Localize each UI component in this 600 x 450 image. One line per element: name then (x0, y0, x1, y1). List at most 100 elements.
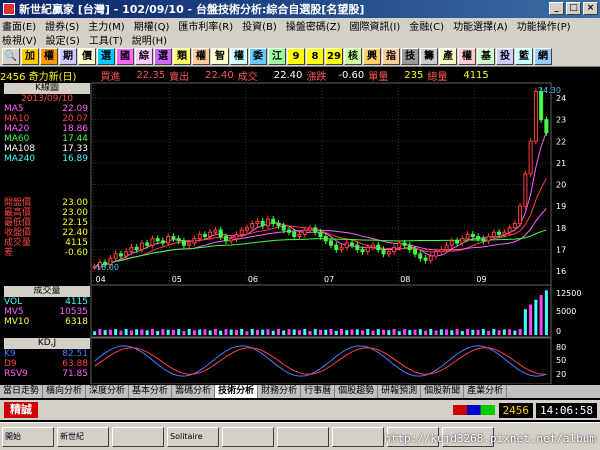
maximize-button[interactable]: □ (566, 2, 581, 15)
volume-bar (445, 329, 449, 335)
close-button[interactable]: × (583, 2, 598, 15)
stock-code-input[interactable]: 2456 (498, 402, 534, 418)
volume-bar (271, 330, 275, 335)
toolbar-button-23[interactable]: 權 (458, 47, 476, 65)
toolbar-button-11[interactable]: 權 (230, 47, 248, 65)
toolbar-button-10[interactable]: 智 (211, 47, 229, 65)
menu-item-3[interactable]: 期權(Q) (134, 18, 170, 33)
volume-bar (261, 329, 265, 335)
menu-item-0[interactable]: 畫面(E) (2, 18, 36, 33)
chart-area[interactable]: 04 05 06 07 08 09 16 17 18 19 20 21 22 23 2424.30 16.0… (0, 82, 600, 384)
toolbar-button-19[interactable]: 指 (382, 47, 400, 65)
low-price-label: 16.00 (96, 263, 119, 272)
taskbar-item-6[interactable] (332, 426, 384, 447)
menu-item-2[interactable]: 主力(M) (88, 18, 124, 33)
taskbar-item-2[interactable] (112, 426, 164, 447)
toolbar-button-8[interactable]: 類 (173, 47, 191, 65)
tab-0[interactable]: 當日走勢 (0, 385, 44, 398)
volume-row: MV10 6318 (4, 317, 90, 327)
ma-row: MA60 17.44 (4, 134, 90, 144)
toolbar-button-18[interactable]: 興 (363, 47, 381, 65)
tab-7[interactable]: 行事曆 (301, 385, 336, 398)
volume-bar (376, 329, 380, 335)
toolbar-button-17[interactable]: 核 (344, 47, 362, 65)
menu2-item-3[interactable]: 說明(H) (132, 32, 167, 47)
menu2-item-1[interactable]: 設定(S) (46, 32, 80, 47)
clock: 14:06:58 (536, 402, 597, 418)
tab-3[interactable]: 基本分析 (129, 385, 173, 398)
toolbar-button-25[interactable]: 投 (496, 47, 514, 65)
candle (528, 138, 533, 178)
toolbar-button-20[interactable]: 技 (401, 47, 419, 65)
volume-bar (466, 329, 470, 335)
candle (533, 88, 538, 145)
toolbar-button-1[interactable]: 權 (40, 47, 58, 65)
toolbar-button-12[interactable]: 委 (249, 47, 267, 65)
toolbar-button-22[interactable]: 產 (439, 47, 457, 65)
toolbar-button-26[interactable]: 籃 (515, 47, 533, 65)
tab-10[interactable]: 個股新聞 (421, 385, 465, 398)
tab-6[interactable]: 財務分析 (258, 385, 302, 398)
menu-item-7[interactable]: 國際資訊(I) (350, 18, 401, 33)
taskbar-item-5[interactable] (277, 426, 329, 447)
tab-11[interactable]: 產業分析 (464, 385, 508, 398)
taskbar-item-0[interactable]: 開始 (2, 426, 54, 447)
y-tick-label: 17 (556, 246, 566, 255)
volume-bar (329, 329, 333, 335)
kline-date: 2013/09/10 (21, 94, 73, 104)
ma-name: MA20 (4, 124, 30, 134)
menu2-item-2[interactable]: 工具(T) (89, 32, 123, 47)
price-value: 22.40 (62, 228, 88, 238)
toolbar-button-0[interactable]: 加 (21, 47, 39, 65)
ma-row: MA108 17.33 (4, 144, 90, 154)
tab-1[interactable]: 橫向分析 (43, 385, 87, 398)
volume-bar (471, 329, 475, 335)
volume-name: MV5 (4, 307, 24, 317)
ma-row: MA5 22.09 (4, 104, 90, 114)
toolbar-button-3[interactable]: 價 (78, 47, 96, 65)
search-icon[interactable]: 🔍 (2, 47, 20, 65)
minimize-button[interactable]: _ (549, 2, 564, 15)
tab-8[interactable]: 個股趨勢 (335, 385, 379, 398)
toolbar-button-5[interactable]: 國 (116, 47, 134, 65)
toolbar-button-16[interactable]: 29 (325, 47, 343, 65)
toolbar-button-7[interactable]: 選 (154, 47, 172, 65)
toolbar-button-15[interactable]: 8 (306, 47, 324, 65)
volume-bar (313, 329, 317, 335)
taskbar-item-4[interactable] (222, 426, 274, 447)
menu2-item-0[interactable]: 檢視(V) (2, 32, 37, 47)
menu-item-6[interactable]: 操盤密碼(Z) (286, 18, 341, 33)
deal-label: 成交 (237, 71, 258, 83)
ma-value: 20.07 (62, 114, 88, 124)
menu-item-10[interactable]: 功能操作(P) (517, 18, 571, 33)
taskbar-item-3[interactable]: Solitaire (167, 426, 219, 447)
volume-bar (319, 329, 322, 335)
menu-item-1[interactable]: 證券(S) (45, 18, 79, 33)
volume-bar (282, 330, 286, 335)
menu-item-4[interactable]: 匯市利率(R) (178, 18, 233, 33)
tab-9[interactable]: 研報預測 (378, 385, 422, 398)
volume-value: 10535 (59, 307, 88, 317)
menu-item-9[interactable]: 功能選擇(A) (453, 18, 508, 33)
tab-4[interactable]: 籌碼分析 (172, 385, 216, 398)
volume-bar (502, 329, 506, 335)
taskbar-item-1[interactable]: 新世紀 (57, 426, 109, 447)
toolbar-button-21[interactable]: 籌 (420, 47, 438, 65)
toolbar-button-4[interactable]: 選 (97, 47, 115, 65)
toolbar-button-2[interactable]: 期 (59, 47, 77, 65)
volume-bar (418, 329, 422, 335)
tab-2[interactable]: 深度分析 (86, 385, 130, 398)
toolbar-button-13[interactable]: 江 (268, 47, 286, 65)
toolbar-button-24[interactable]: 基 (477, 47, 495, 65)
volume-bar (234, 330, 238, 335)
menu-item-5[interactable]: 投資(B) (242, 18, 277, 33)
toolbar-button-27[interactable]: 網 (534, 47, 552, 65)
signal-indicator (452, 405, 495, 415)
tab-5[interactable]: 技術分析 (215, 385, 259, 398)
toolbar-button-6[interactable]: 綜 (135, 47, 153, 65)
menu-item-8[interactable]: 金融(C) (409, 18, 444, 33)
volume-row: MV5 10535 (4, 307, 90, 317)
volume-bar (424, 330, 428, 335)
toolbar-button-9[interactable]: 權 (192, 47, 210, 65)
toolbar-button-14[interactable]: 9 (287, 47, 305, 65)
